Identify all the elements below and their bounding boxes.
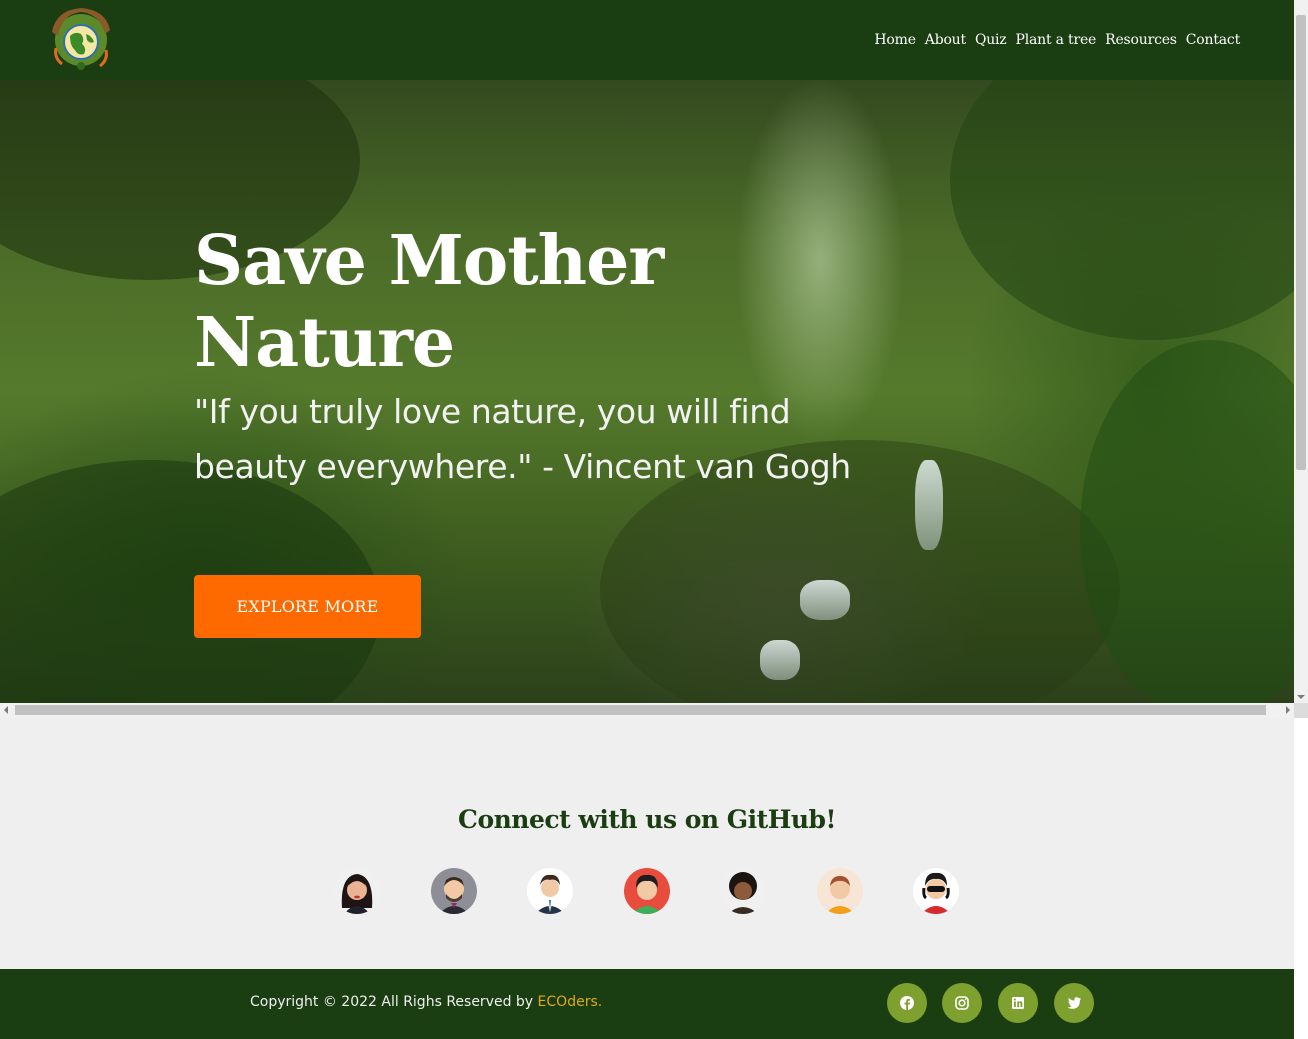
- page-right-edge: [1294, 718, 1308, 1039]
- twitter-button[interactable]: [1054, 983, 1094, 1023]
- scroll-right-arrow-icon[interactable]: [1286, 706, 1290, 714]
- facebook-icon: [900, 996, 914, 1010]
- nav-about[interactable]: About: [925, 30, 966, 50]
- hero-title-line1: Save Mother: [194, 221, 664, 301]
- facebook-button[interactable]: [887, 983, 927, 1023]
- copyright-label: Copyright © 2022 All Righs Reserved by: [250, 994, 538, 1010]
- hero-quote: "If you truly love nature, you will find…: [194, 392, 851, 486]
- horizontal-scrollbar[interactable]: [0, 703, 1294, 718]
- copyright-text: Copyright © 2022 All Righs Reserved by E…: [250, 994, 602, 1010]
- linkedin-icon: [1012, 997, 1024, 1009]
- hero-title-line2: Nature: [194, 303, 455, 383]
- explore-more-button[interactable]: EXPLORE MORE: [194, 575, 421, 638]
- avatar-7[interactable]: [913, 868, 959, 914]
- site-header: Home About Quiz Plant a tree Resources C…: [0, 0, 1294, 80]
- nav-resources[interactable]: Resources: [1105, 30, 1177, 50]
- earth-logo-icon[interactable]: [48, 6, 114, 72]
- scroll-left-arrow-icon[interactable]: [4, 706, 8, 714]
- site-footer: Copyright © 2022 All Righs Reserved by E…: [0, 969, 1294, 1039]
- hero-section: Save Mother Nature "If you truly love na…: [0, 80, 1294, 703]
- instagram-icon: [955, 996, 969, 1010]
- avatar-4[interactable]: [624, 868, 670, 914]
- nav-plant-a-tree[interactable]: Plant a tree: [1016, 30, 1097, 50]
- avatar-1[interactable]: [334, 868, 380, 914]
- scroll-down-arrow-icon[interactable]: [1297, 695, 1305, 699]
- instagram-button[interactable]: [942, 983, 982, 1023]
- avatar-5[interactable]: [720, 868, 766, 914]
- horizontal-scrollbar-thumb[interactable]: [15, 705, 1266, 715]
- avatar-3[interactable]: [527, 868, 573, 914]
- vertical-scrollbar[interactable]: [1294, 0, 1308, 703]
- twitter-icon: [1067, 997, 1081, 1009]
- hero-title: Save Mother Nature: [194, 220, 714, 384]
- scrollbar-corner: [1294, 703, 1308, 718]
- avatar-2[interactable]: [431, 868, 477, 914]
- contributor-avatars: [0, 868, 1294, 916]
- brand-link[interactable]: ECOders.: [538, 994, 603, 1010]
- nav-quiz[interactable]: Quiz: [975, 30, 1007, 50]
- github-section-title: Connect with us on GitHub!: [458, 805, 836, 834]
- nav-home[interactable]: Home: [874, 30, 916, 50]
- main-nav: Home About Quiz Plant a tree Resources C…: [865, 30, 1240, 50]
- avatar-6[interactable]: [817, 868, 863, 914]
- nav-contact[interactable]: Contact: [1186, 30, 1240, 50]
- vertical-scrollbar-thumb[interactable]: [1296, 15, 1306, 470]
- linkedin-button[interactable]: [998, 983, 1038, 1023]
